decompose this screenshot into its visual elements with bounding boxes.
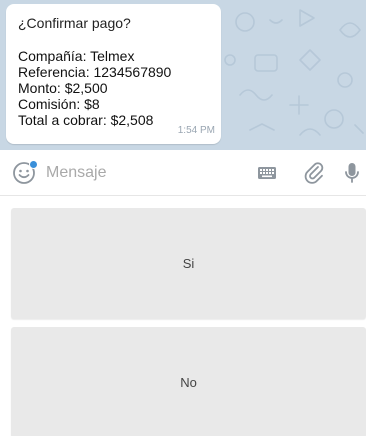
voice-message-button[interactable] xyxy=(344,161,360,185)
reply-button-no[interactable]: No xyxy=(11,327,366,436)
detail-reference: Referencia: 1234567890 xyxy=(18,64,172,80)
detail-company: Compañía: Telmex xyxy=(18,48,135,64)
reply-keyboard: Si No xyxy=(0,196,366,436)
message-question: ¿Confirmar pago? xyxy=(18,15,131,31)
message-input-bar xyxy=(0,150,366,196)
message-input[interactable] xyxy=(46,161,236,185)
paperclip-icon xyxy=(304,162,324,184)
message-timestamp: 1:54 PM xyxy=(177,125,215,136)
detail-amount: Monto: $2,500 xyxy=(18,80,108,96)
message-bubble: ¿Confirmar pago? Compañía: Telmex Refere… xyxy=(6,4,221,144)
keyboard-toggle-button[interactable] xyxy=(257,163,277,183)
detail-fee: Comisión: $8 xyxy=(18,96,100,112)
notification-dot xyxy=(29,160,38,169)
attach-button[interactable] xyxy=(303,161,325,185)
emoji-button[interactable] xyxy=(12,160,38,185)
message-details: Compañía: Telmex Referencia: 1234567890 … xyxy=(18,48,211,128)
keyboard-icon xyxy=(258,167,276,179)
reply-button-si[interactable]: Si xyxy=(11,208,366,319)
chat-area: ¿Confirmar pago? Compañía: Telmex Refere… xyxy=(0,0,366,150)
microphone-icon xyxy=(345,163,359,183)
